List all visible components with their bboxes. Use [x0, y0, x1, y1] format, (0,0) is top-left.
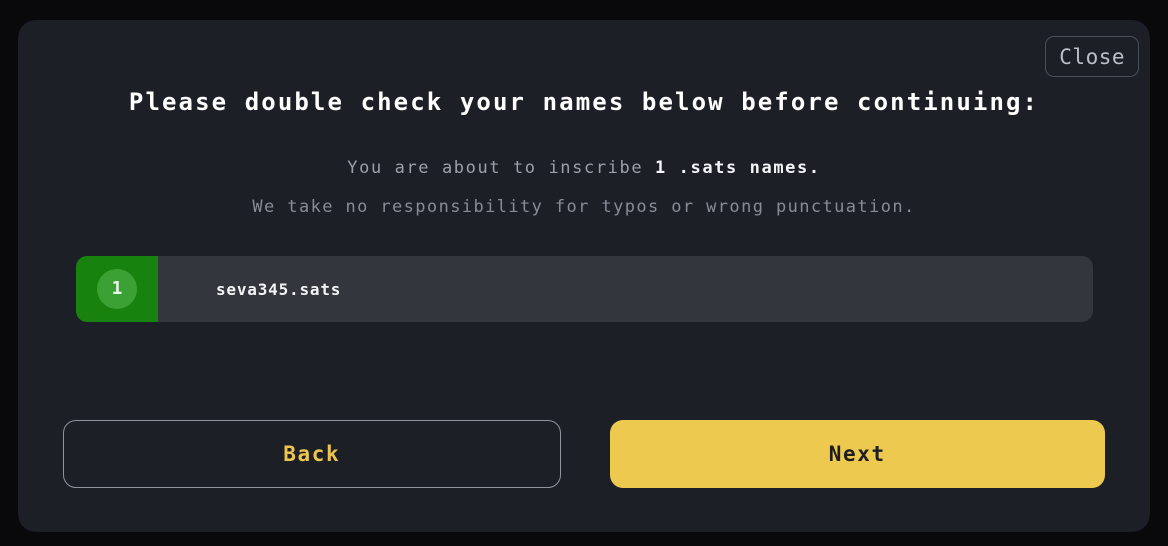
next-button[interactable]: Next — [609, 420, 1105, 488]
disclaimer-text: We take no responsibility for typos or w… — [252, 197, 916, 217]
close-button[interactable]: Close — [1045, 36, 1139, 77]
name-index-badge: 1 — [97, 269, 137, 309]
name-value: seva345.sats — [216, 279, 342, 299]
list-item[interactable]: 1 seva345.sats — [76, 256, 1093, 322]
screen-root: Close Please double check your names bel… — [0, 0, 1168, 546]
confirmation-modal: Close Please double check your names bel… — [18, 20, 1150, 532]
footer-actions: Back Next — [63, 420, 1105, 488]
page-title: Please double check your names below bef… — [128, 88, 1040, 116]
inscribe-count-emphasis: 1 .sats names. — [655, 158, 821, 178]
name-index-block: 1 — [76, 256, 158, 322]
name-list: 1 seva345.sats — [76, 256, 1093, 322]
inscribe-count-lead: You are about to inscribe — [347, 158, 655, 178]
back-button[interactable]: Back — [63, 420, 561, 488]
inscribe-count-text: You are about to inscribe 1 .sats names. — [18, 158, 1150, 178]
